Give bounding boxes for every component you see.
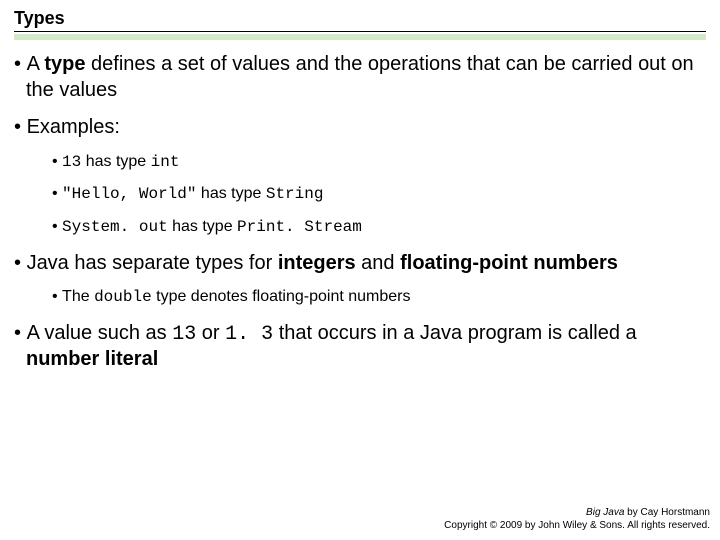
text: A value such as <box>27 322 173 344</box>
sub-list: • 13 has type int • "Hello, World" has t… <box>26 151 706 239</box>
sub-bullet-2c: • System. out has type Print. Stream <box>26 216 706 239</box>
bullet-icon: • <box>14 53 27 75</box>
text: that occurs in a Java program is called … <box>273 322 637 344</box>
code: 13 <box>172 323 196 346</box>
title-rule-accent <box>14 34 706 40</box>
text-bold: type <box>44 53 85 75</box>
code: double <box>94 288 152 306</box>
code: System. out <box>62 218 168 236</box>
text-bold: floating-point numbers <box>400 252 618 274</box>
code: 1. 3 <box>225 323 273 346</box>
bullet-icon: • <box>52 185 62 202</box>
text: has type <box>196 185 265 202</box>
bullet-3: • Java has separate types for integers a… <box>14 251 706 309</box>
title-block: Types <box>14 8 706 40</box>
text-bold: integers <box>278 252 356 274</box>
text: has type <box>81 153 150 170</box>
text: and <box>356 252 400 274</box>
bullet-icon: • <box>52 288 62 305</box>
code: int <box>151 153 180 171</box>
bullet-icon: • <box>52 153 62 170</box>
sub-bullet-2a: • 13 has type int <box>26 151 706 174</box>
footer-line-2: Copyright © 2009 by John Wiley & Sons. A… <box>444 520 710 533</box>
footer-author: by Cay Horstmann <box>624 507 710 518</box>
bullet-icon: • <box>14 322 27 344</box>
footer-line-1: Big Java by Cay Horstmann <box>444 507 710 520</box>
bullet-1: • A type defines a set of values and the… <box>14 52 706 103</box>
bullet-icon: • <box>14 252 27 274</box>
text: Examples: <box>27 116 120 138</box>
text: Java has separate types for <box>27 252 278 274</box>
bullet-list: • A type defines a set of values and the… <box>14 52 706 373</box>
bullet-4: • A value such as 13 or 1. 3 that occurs… <box>14 321 706 373</box>
slide: Types • A type defines a set of values a… <box>0 0 720 540</box>
code: String <box>266 185 324 203</box>
text: type denotes floating-point numbers <box>152 288 411 305</box>
sub-list: • The double type denotes floating-point… <box>26 286 706 309</box>
sub-bullet-3a: • The double type denotes floating-point… <box>26 286 706 309</box>
bullet-icon: • <box>14 116 27 138</box>
footer-book-title: Big Java <box>586 507 624 518</box>
text: or <box>196 322 225 344</box>
text: defines a set of values and the operatio… <box>26 53 694 101</box>
code: "Hello, World" <box>62 185 196 203</box>
footer: Big Java by Cay Horstmann Copyright © 20… <box>444 507 710 532</box>
sub-bullet-2b: • "Hello, World" has type String <box>26 183 706 206</box>
code: 13 <box>62 153 81 171</box>
text-bold: number literal <box>26 348 158 370</box>
text: A <box>27 53 45 75</box>
slide-title: Types <box>14 8 706 29</box>
bullet-icon: • <box>52 218 62 235</box>
code: Print. Stream <box>237 218 362 236</box>
text: has type <box>168 218 237 235</box>
text: The <box>62 288 94 305</box>
bullet-2: • Examples: • 13 has type int • "Hello, … <box>14 115 706 238</box>
